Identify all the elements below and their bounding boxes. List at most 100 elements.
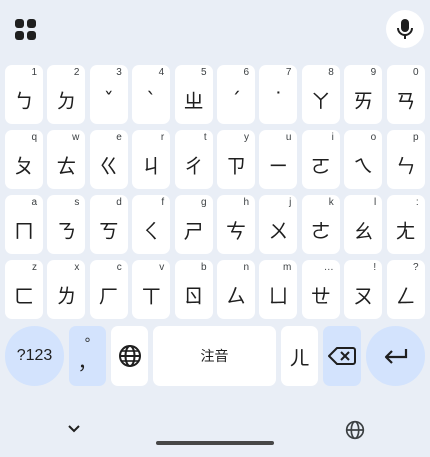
key[interactable]: gㄕ <box>174 195 213 254</box>
key[interactable]: 9ㄞ <box>344 65 383 124</box>
key-label: ㄆ <box>14 154 34 178</box>
key[interactable]: 4ˋ <box>132 65 171 124</box>
apps-grid-icon[interactable] <box>15 19 37 41</box>
key[interactable]: ? ㄥ <box>386 260 425 319</box>
key-label: ㄅ <box>14 89 34 113</box>
key[interactable]: :ㄤ <box>386 195 425 254</box>
symbols-key-label: ?123 <box>16 347 53 364</box>
chevron-down-icon[interactable] <box>66 423 82 435</box>
key-label: ㄟ <box>353 154 374 178</box>
punctuation-label: ， <box>77 350 98 374</box>
space-key-label: 注音 <box>200 349 229 365</box>
key-label: ˇ <box>103 87 114 112</box>
globe-icon[interactable] <box>345 420 365 440</box>
key[interactable]: wㄊ <box>47 130 86 189</box>
key-label: ㄔ <box>183 154 204 178</box>
key[interactable]: 1ㄅ <box>5 65 43 124</box>
key[interactable]: eㄍ <box>89 130 128 189</box>
key[interactable]: oㄟ <box>344 130 383 189</box>
key-label: ㄓ <box>183 89 204 113</box>
key[interactable]: 6ˊ <box>217 65 255 124</box>
key-label: ˋ <box>146 87 157 112</box>
key[interactable]: yㄗ <box>217 130 255 189</box>
key[interactable]: cㄏ <box>89 260 128 319</box>
voice-input-button[interactable] <box>386 10 424 48</box>
language-key[interactable] <box>111 326 148 386</box>
key-label: ㄡ <box>353 284 374 308</box>
key[interactable]: tㄔ <box>174 130 213 189</box>
symbols-key[interactable]: ?123 <box>5 326 64 386</box>
key-label: ㄚ <box>310 89 331 113</box>
key[interactable]: qㄆ <box>5 130 43 189</box>
key[interactable]: rㄐ <box>132 130 171 189</box>
key[interactable]: 5ㄓ <box>174 65 213 124</box>
key-label: ㄋ <box>56 219 77 243</box>
key-label: ㄉ <box>56 89 77 113</box>
key-label: ㄨ <box>268 219 289 243</box>
punctuation-key[interactable]: ° ， <box>69 326 106 386</box>
key[interactable]: hㄘ <box>217 195 255 254</box>
key-label: ㄐ <box>141 154 162 178</box>
key[interactable]: aㄇ <box>5 195 43 254</box>
key-label: ㄜ <box>310 219 331 243</box>
key-label: ㄙ <box>226 284 246 308</box>
key-label: ㄍ <box>98 154 119 178</box>
key[interactable]: vㄒ <box>132 260 171 319</box>
key-label: ㄠ <box>353 219 374 243</box>
key-label: ㄈ <box>14 284 34 308</box>
key[interactable]: bㄖ <box>174 260 213 319</box>
backspace-icon <box>328 347 356 365</box>
key[interactable]: lㄠ <box>344 195 383 254</box>
globe-icon <box>118 345 141 367</box>
keyboard-toolbar <box>0 0 430 58</box>
key-label: ㄒ <box>141 284 162 308</box>
key-label: ㄎ <box>98 219 119 243</box>
key[interactable]: 3ˇ <box>89 65 128 124</box>
key[interactable]: ! ㄡ <box>344 260 383 319</box>
home-handle[interactable] <box>156 441 274 445</box>
key-label: ㄌ <box>56 284 77 308</box>
mic-icon <box>397 19 413 39</box>
er-key[interactable]: ㄦ <box>281 326 318 386</box>
key[interactable]: 8ㄚ <box>301 65 340 124</box>
key[interactable]: jㄨ <box>259 195 298 254</box>
key[interactable]: fㄑ <box>132 195 171 254</box>
key-label: ˊ <box>231 87 241 112</box>
key-label: ㄖ <box>183 284 204 308</box>
key[interactable]: 0ㄢ <box>386 65 425 124</box>
key-label: ㄘ <box>226 219 246 243</box>
key[interactable]: kㄜ <box>301 195 340 254</box>
key[interactable]: nㄙ <box>217 260 255 319</box>
key[interactable]: 7 ˙ <box>259 65 298 124</box>
key-label: ㄛ <box>310 154 331 178</box>
key-label: ㄏ <box>98 284 119 308</box>
key[interactable]: dㄎ <box>89 195 128 254</box>
key-label: ㄧ <box>268 154 289 178</box>
key[interactable]: … ㄝ <box>301 260 340 319</box>
backspace-key[interactable] <box>323 326 361 386</box>
key-label: ㄥ <box>395 284 416 308</box>
key[interactable]: pㄣ <box>386 130 425 189</box>
enter-key[interactable] <box>366 326 425 386</box>
key-label: ㄩ <box>268 284 289 308</box>
key[interactable]: sㄋ <box>47 195 86 254</box>
key-label: ㄕ <box>183 219 204 243</box>
key-label: ㄊ <box>56 154 77 178</box>
key-label: ㄗ <box>226 154 246 178</box>
key[interactable]: zㄈ <box>5 260 43 319</box>
key[interactable]: uㄧ <box>259 130 298 189</box>
enter-icon <box>384 349 407 364</box>
key[interactable]: xㄌ <box>47 260 86 319</box>
key[interactable]: 2ㄉ <box>47 65 86 124</box>
er-key-label: ㄦ <box>289 345 310 370</box>
key[interactable]: mㄩ <box>259 260 298 319</box>
key-label: ㄞ <box>353 89 374 113</box>
key-label: ㄣ <box>395 154 416 178</box>
key-label: ㄇ <box>14 219 34 243</box>
navigation-bar <box>0 395 430 457</box>
key-label: ㄤ <box>395 219 416 243</box>
key-label: ㄑ <box>141 219 162 243</box>
key-label: ˙ <box>273 87 284 112</box>
space-key[interactable]: 注音 <box>153 326 276 386</box>
key[interactable]: iㄛ <box>301 130 340 189</box>
